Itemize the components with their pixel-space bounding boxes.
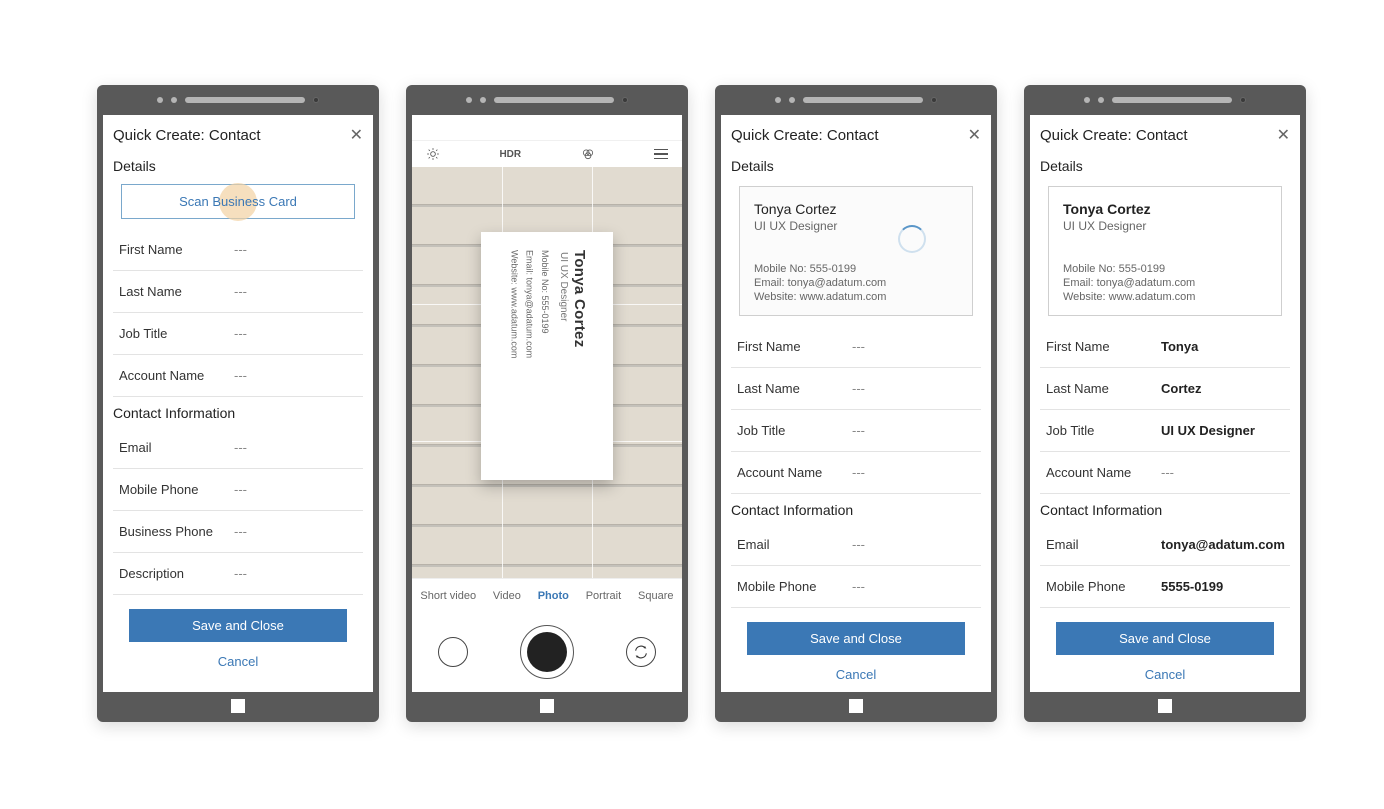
scan-business-card-button[interactable]: Scan Business Card	[121, 184, 355, 219]
loading-spinner-icon	[898, 225, 926, 253]
mode-short-video[interactable]: Short video	[420, 590, 476, 602]
page-title: Quick Create: Contact	[113, 127, 261, 144]
field-last-name[interactable]: Last Name ---	[731, 368, 981, 410]
section-contact-info: Contact Information	[103, 401, 373, 427]
field-description[interactable]: Description ---	[113, 553, 363, 595]
card-title: UI UX Designer	[558, 252, 569, 348]
camera-screen: HDR Mobile No: 555-0199 Email: tonya@ad	[412, 115, 682, 692]
card-title: UI UX Designer	[1063, 219, 1267, 233]
section-contact-info: Contact Information	[1030, 498, 1300, 524]
field-first-name[interactable]: First Name Tonya	[1040, 326, 1290, 368]
phone-frame-3: Quick Create: Contact ✕ Details Tonya Co…	[715, 85, 997, 722]
page-title: Quick Create: Contact	[731, 127, 879, 144]
scanned-card-preview: Tonya Cortez UI UX Designer Mobile No: 5…	[739, 186, 973, 316]
card-mobile: Mobile No: 555-0199	[754, 263, 958, 275]
field-email[interactable]: Email ---	[731, 524, 981, 566]
save-button[interactable]: Save and Close	[1056, 622, 1274, 655]
scanned-card-preview: Tonya Cortez UI UX Designer Mobile No: 5…	[1048, 186, 1282, 316]
field-email[interactable]: Email ---	[113, 427, 363, 469]
home-button[interactable]	[1158, 699, 1172, 713]
cancel-button[interactable]: Cancel	[103, 642, 373, 681]
section-contact-info: Contact Information	[721, 498, 991, 524]
speaker-bar	[406, 95, 688, 105]
field-account-name[interactable]: Account Name ---	[113, 355, 363, 397]
flash-icon[interactable]	[426, 147, 440, 161]
field-mobile-phone[interactable]: Mobile Phone ---	[113, 469, 363, 511]
close-icon[interactable]: ✕	[968, 128, 981, 144]
camera-viewfinder: Mobile No: 555-0199 Email: tonya@adatum.…	[412, 167, 682, 578]
cancel-button[interactable]: Cancel	[721, 655, 991, 692]
speaker-bar	[1024, 95, 1306, 105]
business-card-in-view: Mobile No: 555-0199 Email: tonya@adatum.…	[481, 232, 613, 480]
close-icon[interactable]: ✕	[350, 128, 363, 144]
field-business-phone[interactable]: Business Phone ---	[113, 511, 363, 553]
card-name: Tonya Cortez	[1063, 201, 1267, 217]
speaker-bar	[715, 95, 997, 105]
camera-dock	[412, 612, 682, 692]
screen: Quick Create: Contact ✕ Details Scan Bus…	[103, 115, 373, 692]
field-mobile-phone[interactable]: Mobile Phone 5555-0199	[1040, 566, 1290, 608]
menu-icon[interactable]	[654, 147, 668, 161]
card-name: Tonya Cortez	[754, 201, 958, 217]
phone-frame-1: Quick Create: Contact ✕ Details Scan Bus…	[97, 85, 379, 722]
field-email[interactable]: Email tonya@adatum.com	[1040, 524, 1290, 566]
card-details: Mobile No: 555-0199 Email: tonya@adatum.…	[506, 250, 552, 358]
field-account-name[interactable]: Account Name ---	[731, 452, 981, 494]
field-last-name[interactable]: Last Name Cortez	[1040, 368, 1290, 410]
card-email: Email: tonya@adatum.com	[754, 277, 958, 289]
hdr-label[interactable]: HDR	[499, 149, 521, 160]
section-details: Details	[103, 154, 373, 180]
field-first-name[interactable]: First Name ---	[113, 229, 363, 271]
card-email: Email: tonya@adatum.com	[1063, 277, 1267, 289]
field-mobile-phone[interactable]: Mobile Phone ---	[731, 566, 981, 608]
screen: Quick Create: Contact ✕ Details Tonya Co…	[721, 115, 991, 692]
field-last-name[interactable]: Last Name ---	[113, 271, 363, 313]
home-button[interactable]	[231, 699, 245, 713]
card-title: UI UX Designer	[754, 219, 958, 233]
mode-square[interactable]: Square	[638, 590, 673, 602]
cancel-button[interactable]: Cancel	[1030, 655, 1300, 692]
camera-mode-bar: Short video Video Photo Portrait Square	[412, 578, 682, 612]
camera-toolbar: HDR	[412, 141, 682, 167]
filter-icon[interactable]	[581, 147, 595, 161]
field-first-name[interactable]: First Name ---	[731, 326, 981, 368]
field-account-name[interactable]: Account Name ---	[1040, 452, 1290, 494]
shutter-button[interactable]	[520, 625, 574, 679]
close-icon[interactable]: ✕	[1277, 128, 1290, 144]
home-button[interactable]	[849, 699, 863, 713]
card-name: Tonya Cortez	[571, 250, 588, 348]
card-website: Website: www.adatum.com	[1063, 291, 1267, 303]
field-job-title[interactable]: Job Title UI UX Designer	[1040, 410, 1290, 452]
section-details: Details	[721, 154, 991, 180]
status-bar	[412, 115, 682, 141]
mode-video[interactable]: Video	[493, 590, 521, 602]
mode-portrait[interactable]: Portrait	[586, 590, 621, 602]
card-mobile: Mobile No: 555-0199	[1063, 263, 1267, 275]
gallery-button[interactable]	[438, 637, 468, 667]
section-details: Details	[1030, 154, 1300, 180]
save-button[interactable]: Save and Close	[129, 609, 347, 642]
phone-frame-4: Quick Create: Contact ✕ Details Tonya Co…	[1024, 85, 1306, 722]
switch-camera-button[interactable]	[626, 637, 656, 667]
field-job-title[interactable]: Job Title ---	[113, 313, 363, 355]
home-button[interactable]	[540, 699, 554, 713]
mode-photo[interactable]: Photo	[538, 590, 569, 602]
speaker-bar	[97, 95, 379, 105]
page-title: Quick Create: Contact	[1040, 127, 1188, 144]
screen: Quick Create: Contact ✕ Details Tonya Co…	[1030, 115, 1300, 692]
phone-frame-2: HDR Mobile No: 555-0199 Email: tonya@ad	[406, 85, 688, 722]
field-job-title[interactable]: Job Title ---	[731, 410, 981, 452]
card-website: Website: www.adatum.com	[754, 291, 958, 303]
scan-button-label: Scan Business Card	[179, 194, 297, 209]
save-button[interactable]: Save and Close	[747, 622, 965, 655]
